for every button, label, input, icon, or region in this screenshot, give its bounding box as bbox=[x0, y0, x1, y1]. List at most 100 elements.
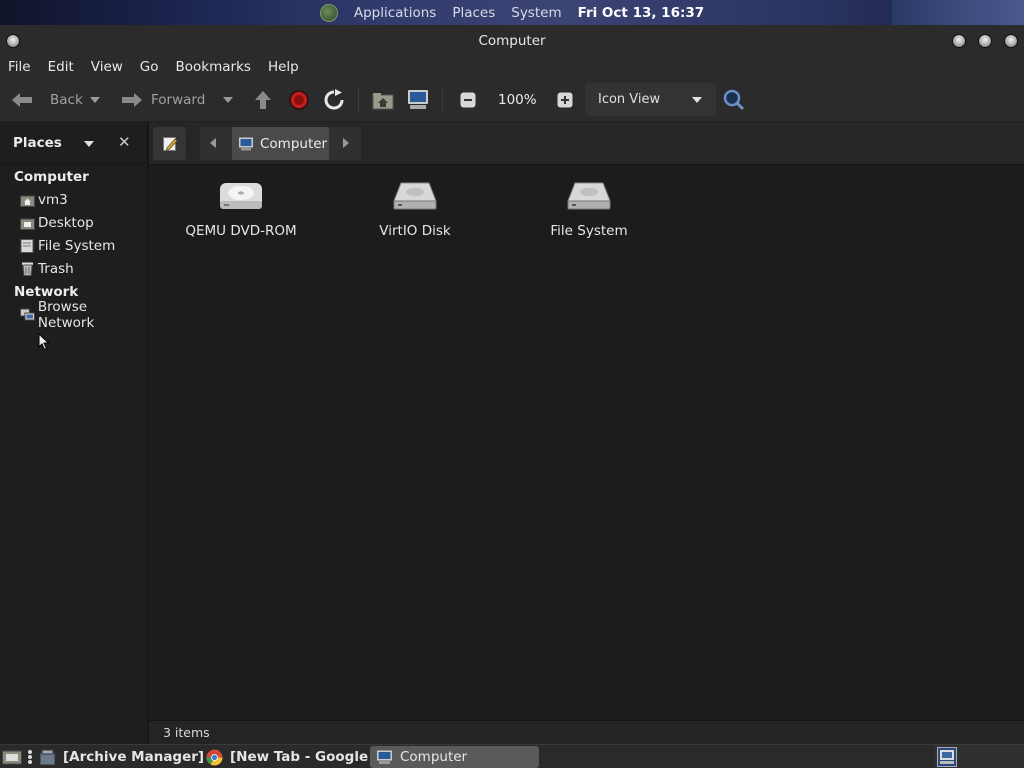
workspace-switcher-icon[interactable] bbox=[937, 747, 957, 767]
hard-disk-icon bbox=[567, 182, 611, 210]
chevron-down-icon bbox=[90, 97, 100, 103]
sidebar-section-network: Network bbox=[14, 284, 79, 300]
up-button[interactable] bbox=[253, 78, 273, 122]
places-sidebar: Places ✕ Computer vm3 Desktop File Syste… bbox=[0, 122, 148, 744]
forward-label: Forward bbox=[151, 92, 206, 108]
minimize-button[interactable] bbox=[952, 34, 966, 48]
drive-label: File System bbox=[550, 223, 628, 239]
sidebar-item-label: File System bbox=[38, 238, 116, 254]
file-view[interactable]: QEMU DVD-ROM VirtIO Disk File System bbox=[149, 165, 1024, 720]
zoom-level[interactable]: 100% bbox=[498, 78, 537, 122]
drive-label: QEMU DVD-ROM bbox=[185, 223, 297, 239]
hard-disk-icon bbox=[393, 182, 437, 210]
menu-bookmarks[interactable]: Bookmarks bbox=[176, 59, 251, 75]
home-folder-icon bbox=[20, 195, 35, 207]
forward-history-dropdown[interactable] bbox=[223, 78, 233, 122]
edit-location-button[interactable] bbox=[153, 127, 186, 160]
sidebar-item-vm3[interactable]: vm3 bbox=[20, 190, 68, 210]
forward-button[interactable]: Forward bbox=[120, 78, 205, 122]
sidebar-item-browse-network[interactable]: Browse Network bbox=[20, 299, 147, 331]
sidebar-item-file-system[interactable]: File System bbox=[20, 236, 115, 256]
computer-icon bbox=[377, 750, 392, 764]
sidebar-section-computer: Computer bbox=[14, 169, 89, 185]
back-history-dropdown[interactable] bbox=[90, 78, 100, 122]
breadcrumb: Computer bbox=[200, 127, 361, 160]
sidebar-item-label: Desktop bbox=[38, 215, 94, 231]
panel-menus: Applications Places System Fri Oct 13, 1… bbox=[319, 3, 705, 22]
panel-menu-applications[interactable]: Applications bbox=[354, 5, 436, 21]
search-button[interactable] bbox=[722, 78, 746, 122]
status-bar: 3 items bbox=[149, 720, 1024, 744]
task-label: [Archive Manager] bbox=[63, 749, 205, 765]
home-button[interactable] bbox=[372, 78, 394, 122]
window-titlebar[interactable]: Computer bbox=[0, 25, 1024, 56]
menu-edit[interactable]: Edit bbox=[48, 59, 74, 75]
bottom-taskbar: [Archive Manager] [New Tab - Google ... … bbox=[0, 744, 1024, 768]
home-folder-icon bbox=[372, 93, 394, 110]
zoom-in-button[interactable] bbox=[557, 78, 573, 122]
sidebar-item-desktop[interactable]: Desktop bbox=[20, 213, 94, 233]
status-text: 3 items bbox=[163, 725, 210, 740]
network-icon bbox=[20, 308, 35, 321]
computer-button[interactable] bbox=[406, 78, 430, 122]
archive-manager-icon bbox=[39, 749, 56, 765]
stop-icon bbox=[289, 90, 309, 110]
back-label: Back bbox=[50, 92, 83, 108]
menu-file[interactable]: File bbox=[8, 59, 31, 75]
task-computer[interactable]: Computer bbox=[370, 746, 539, 768]
back-arrow-icon bbox=[12, 93, 32, 107]
window-menu-button[interactable] bbox=[6, 34, 20, 48]
filesystem-icon bbox=[20, 239, 34, 253]
drive-item-file-system[interactable]: File System bbox=[524, 179, 654, 239]
maximize-button[interactable] bbox=[978, 34, 992, 48]
computer-icon bbox=[239, 137, 253, 150]
menu-bar: File Edit View Go Bookmarks Help bbox=[0, 56, 1024, 78]
task-label: [New Tab - Google ... bbox=[230, 749, 389, 765]
drive-item-qemu-dvd-rom[interactable]: QEMU DVD-ROM bbox=[176, 179, 306, 239]
close-button[interactable] bbox=[1004, 34, 1018, 48]
sidebar-item-label: vm3 bbox=[38, 192, 68, 208]
stop-button[interactable] bbox=[288, 78, 310, 122]
sidebar-dropdown-icon[interactable] bbox=[84, 141, 94, 147]
breadcrumb-scroll-left-icon[interactable] bbox=[210, 138, 216, 148]
task-archive-manager[interactable]: [Archive Manager] bbox=[39, 746, 204, 768]
task-new-tab-google-chrome[interactable]: [New Tab - Google ... bbox=[206, 746, 388, 768]
distro-logo-icon[interactable] bbox=[319, 3, 338, 22]
zoom-out-button[interactable] bbox=[460, 78, 476, 122]
view-mode-value: Icon View bbox=[598, 92, 661, 107]
panel-wallpaper-strip bbox=[892, 0, 1024, 25]
panel-menu-system[interactable]: System bbox=[511, 5, 561, 21]
system-tray bbox=[934, 745, 1024, 768]
drive-label: VirtIO Disk bbox=[379, 223, 451, 239]
zoom-in-icon bbox=[557, 92, 573, 108]
breadcrumb-label: Computer bbox=[260, 135, 328, 152]
task-label: Computer bbox=[400, 749, 468, 765]
desktop-folder-icon bbox=[20, 218, 35, 230]
computer-icon bbox=[408, 90, 428, 109]
top-panel: Applications Places System Fri Oct 13, 1… bbox=[0, 0, 1024, 25]
sidebar-title[interactable]: Places bbox=[13, 135, 62, 151]
toolbar: Back Forward 100% Icon View bbox=[0, 78, 1024, 122]
show-desktop-icon[interactable] bbox=[2, 748, 22, 765]
back-button[interactable]: Back bbox=[10, 78, 83, 122]
sidebar-item-trash[interactable]: Trash bbox=[20, 259, 74, 279]
view-mode-select[interactable]: Icon View bbox=[585, 83, 716, 116]
breadcrumb-scroll-right-icon[interactable] bbox=[343, 138, 349, 148]
panel-clock[interactable]: Fri Oct 13, 16:37 bbox=[578, 5, 705, 21]
panel-handle-icon[interactable] bbox=[27, 749, 33, 765]
menu-view[interactable]: View bbox=[91, 59, 123, 75]
mouse-cursor-icon bbox=[38, 333, 50, 351]
menu-go[interactable]: Go bbox=[140, 59, 159, 75]
reload-button[interactable] bbox=[323, 78, 345, 122]
window-title: Computer bbox=[478, 32, 546, 49]
sidebar-close-icon[interactable]: ✕ bbox=[118, 133, 131, 151]
sidebar-item-label: Trash bbox=[38, 261, 74, 277]
menu-help[interactable]: Help bbox=[268, 59, 299, 75]
location-bar: Computer bbox=[149, 122, 1024, 165]
chevron-down-icon bbox=[692, 97, 702, 103]
breadcrumb-item-computer[interactable]: Computer bbox=[232, 127, 329, 160]
drive-item-virtio-disk[interactable]: VirtIO Disk bbox=[350, 179, 480, 239]
reload-icon bbox=[324, 89, 344, 110]
up-arrow-icon bbox=[255, 91, 271, 109]
panel-menu-places[interactable]: Places bbox=[452, 5, 495, 21]
